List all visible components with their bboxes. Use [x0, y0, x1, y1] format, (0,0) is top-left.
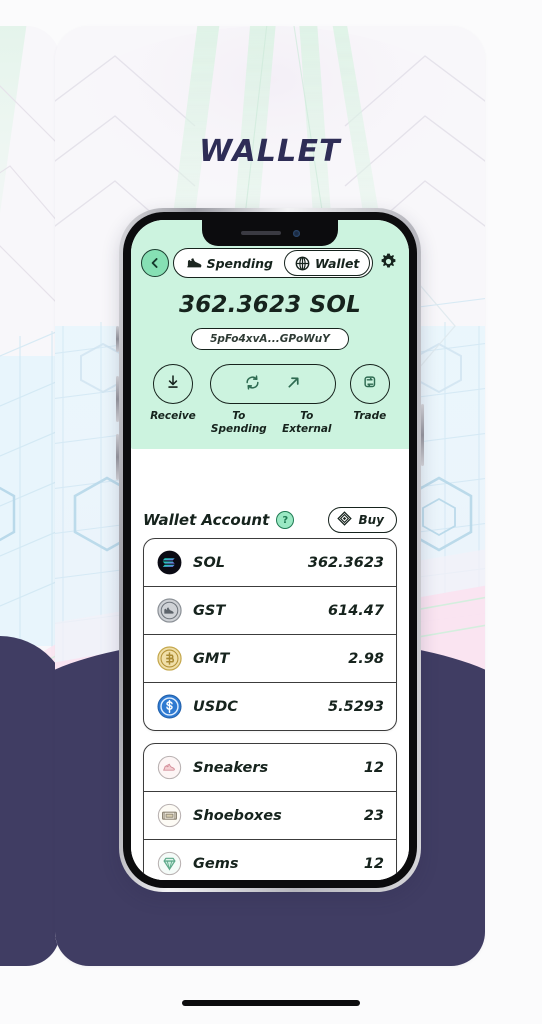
wallet-account-title: Wallet Account: [143, 511, 270, 529]
wallet-balance: 362.3623 SOL: [179, 292, 361, 318]
item-name: Gems: [193, 855, 239, 872]
wallet-spending-segmented-control[interactable]: Spending Wallet: [172, 248, 374, 278]
wallet-body: Wallet Account ? Buy SOL 362.3623 GST 61…: [131, 502, 409, 880]
item-count: 12: [363, 759, 384, 776]
sneaker-outline-icon: [156, 755, 182, 781]
action-receive[interactable]: Receive: [150, 364, 196, 423]
home-indicator[interactable]: [182, 1000, 360, 1006]
page-title: WALLET: [199, 134, 341, 169]
inventory-list: Sneakers 12 Shoeboxes 23 Gems 12: [143, 743, 397, 880]
front-camera-icon: [292, 229, 300, 237]
wallet-address-pill[interactable]: 5pFo4xvA...GPoWuY: [191, 328, 349, 350]
gear-icon: [380, 253, 397, 274]
download-arrow-icon: [164, 373, 182, 395]
action-transfer-group: To Spending To External: [209, 364, 336, 435]
phone-mute-switch: [116, 326, 119, 352]
diamond-layers-icon: [337, 511, 353, 529]
table-row[interactable]: SOL 362.3623: [144, 539, 396, 587]
phone-screen: Spending Wallet 362.3623 SOL 5pFo4xvA...…: [131, 220, 409, 880]
action-trade[interactable]: Trade: [349, 364, 390, 423]
buy-button[interactable]: Buy: [328, 507, 397, 533]
to-external-label: To External: [282, 410, 332, 435]
table-row[interactable]: GST 614.47: [144, 587, 396, 635]
table-row[interactable]: USDC 5.5293: [144, 683, 396, 730]
sneaker-icon: [186, 257, 202, 269]
phone-notch: [202, 220, 338, 246]
help-icon[interactable]: ?: [276, 511, 295, 529]
back-button[interactable]: [141, 249, 169, 277]
token-name: GMT: [193, 650, 230, 667]
solana-icon: [156, 550, 182, 576]
globe-icon: [295, 256, 310, 271]
to-spending-label: To Spending: [210, 410, 267, 435]
phone-mockup: Spending Wallet 362.3623 SOL 5pFo4xvA...…: [116, 208, 424, 892]
transfer-labels: To Spending To External: [210, 410, 336, 435]
usdc-coin-icon: [156, 694, 182, 720]
item-count: 12: [363, 855, 384, 872]
token-name: USDC: [193, 698, 238, 715]
wallet-address-row: 5pFo4xvA...GPoWuY: [131, 328, 409, 350]
wallet-header: Spending Wallet 362.3623 SOL 5pFo4xvA...…: [131, 220, 409, 450]
trade-button[interactable]: [349, 364, 390, 404]
shoebox-icon: [156, 803, 182, 829]
list-item[interactable]: Sneakers 12: [144, 744, 396, 792]
tab-wallet[interactable]: Wallet: [284, 250, 371, 276]
receive-button[interactable]: [152, 364, 193, 404]
transfer-pill[interactable]: [209, 364, 336, 404]
navy-footer-shape-left: [0, 636, 60, 966]
buy-button-label: Buy: [358, 513, 384, 527]
swap-repeat-icon: [361, 373, 379, 395]
trade-label: Trade: [353, 410, 387, 422]
earpiece-speaker-icon: [240, 231, 281, 235]
token-value: 2.98: [348, 650, 384, 667]
refresh-circle-icon[interactable]: [243, 373, 262, 396]
receive-label: Receive: [150, 410, 196, 422]
gst-coin-icon: [156, 598, 182, 624]
header-toolbar: Spending Wallet: [131, 248, 409, 278]
token-name: SOL: [193, 554, 226, 571]
phone-volume-up-button: [116, 376, 119, 422]
tab-spending[interactable]: Spending: [176, 251, 284, 275]
list-item[interactable]: Shoeboxes 23: [144, 792, 396, 840]
phone-volume-down-button: [116, 434, 119, 480]
wallet-promo-card[interactable]: WALLET Spending Wallet 362.3623 SOL 5pFo…: [55, 26, 485, 966]
token-name: GST: [193, 602, 226, 619]
tab-wallet-label: Wallet: [315, 255, 360, 271]
item-name: Sneakers: [193, 759, 269, 776]
token-value: 614.47: [328, 602, 384, 619]
wallet-account-title-group: Wallet Account ?: [143, 511, 295, 529]
chevron-left-icon: [149, 257, 161, 269]
carousel-card-previous[interactable]: [0, 26, 60, 966]
table-row[interactable]: GMT 2.98: [144, 635, 396, 683]
item-name: Shoeboxes: [193, 807, 282, 824]
item-count: 23: [363, 807, 384, 824]
token-list: SOL 362.3623 GST 614.47 GMT 2.98 USDC 5.…: [143, 538, 397, 731]
gmt-coin-icon: [156, 646, 182, 672]
list-item[interactable]: Gems 12: [144, 840, 396, 880]
token-value: 5.5293: [328, 698, 384, 715]
tab-spending-label: Spending: [206, 255, 273, 271]
arrow-up-right-icon[interactable]: [284, 373, 303, 396]
settings-button[interactable]: [377, 252, 399, 274]
wallet-actions: Receive To Spending To External Trade: [131, 364, 409, 435]
gem-icon: [156, 851, 182, 877]
token-value: 362.3623: [307, 554, 384, 571]
wallet-account-header: Wallet Account ? Buy: [143, 502, 397, 538]
phone-power-button: [421, 404, 424, 466]
